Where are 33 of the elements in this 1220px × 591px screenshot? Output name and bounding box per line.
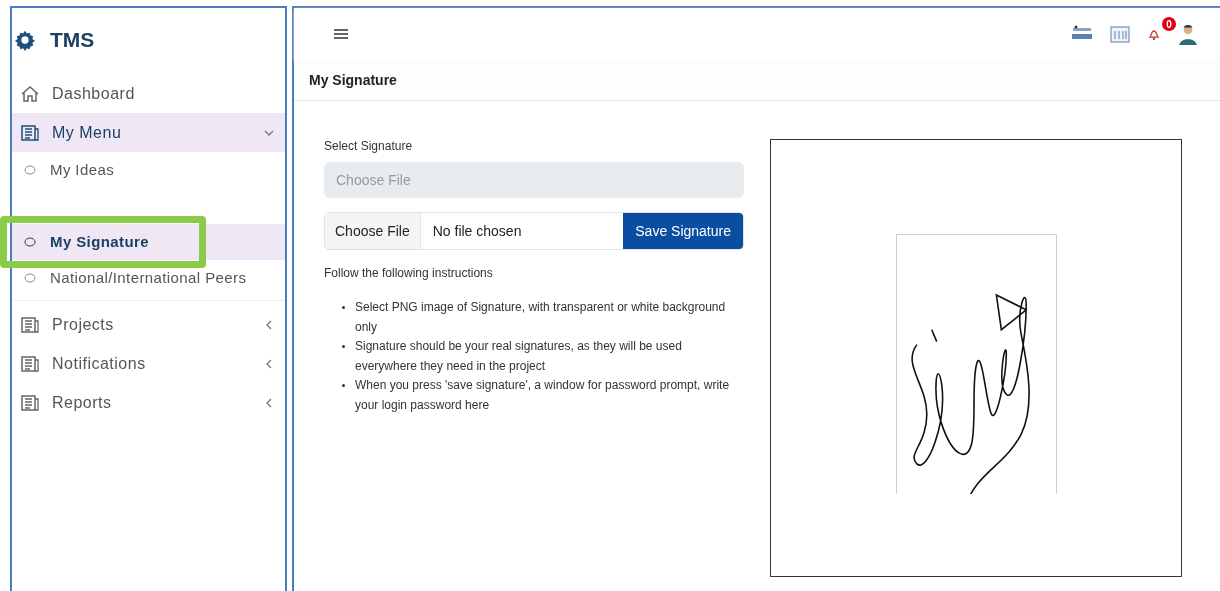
page-title: My Signature — [309, 72, 397, 88]
bullet-icon — [342, 345, 345, 348]
nav-item[interactable]: Dashboard — [12, 74, 285, 113]
field-label: Select Signature — [324, 139, 414, 153]
nav-item[interactable]: Notifications — [12, 344, 285, 383]
bullet-icon — [342, 306, 345, 309]
newspaper-icon — [20, 392, 40, 413]
instructions-heading: Follow the following instructions — [324, 266, 494, 280]
notification-badge: 0 — [1162, 17, 1176, 31]
circle-icon — [24, 164, 36, 176]
nav-item[interactable]: Reports — [12, 383, 285, 422]
file-status: No file chosen — [431, 222, 523, 241]
menu-icon[interactable] — [334, 29, 348, 39]
brand-name: TMS — [50, 28, 95, 52]
instruction-text: Signature should be your real signatures, as they will be used everywhere they need in the project — [355, 338, 683, 375]
submenu-item[interactable]: National/International Peers — [12, 260, 285, 296]
nav-item[interactable]: Projects — [12, 305, 285, 344]
newspaper-icon — [20, 122, 40, 143]
choose-file-button[interactable]: Choose File — [325, 213, 421, 249]
nav-item[interactable]: My Menu — [12, 113, 285, 152]
gear-icon — [14, 29, 36, 51]
instruction-text: When you press 'save signature', a window for password prompt, write your login password here — [355, 377, 731, 414]
home-icon — [20, 83, 40, 104]
save-signature-button[interactable]: Save Signature — [623, 213, 743, 249]
circle-icon — [24, 236, 36, 248]
circle-icon — [24, 272, 36, 284]
submenu-item[interactable]: My Ideas — [12, 152, 285, 188]
newspaper-icon — [20, 353, 40, 374]
user-avatar-icon[interactable] — [1176, 23, 1200, 45]
submenu-item[interactable]: My Signature — [12, 224, 285, 260]
instruction-text: Select PNG image of Signature, with transparent or white background only — [355, 299, 727, 336]
newspaper-icon — [20, 314, 40, 335]
bullet-icon — [342, 384, 345, 387]
